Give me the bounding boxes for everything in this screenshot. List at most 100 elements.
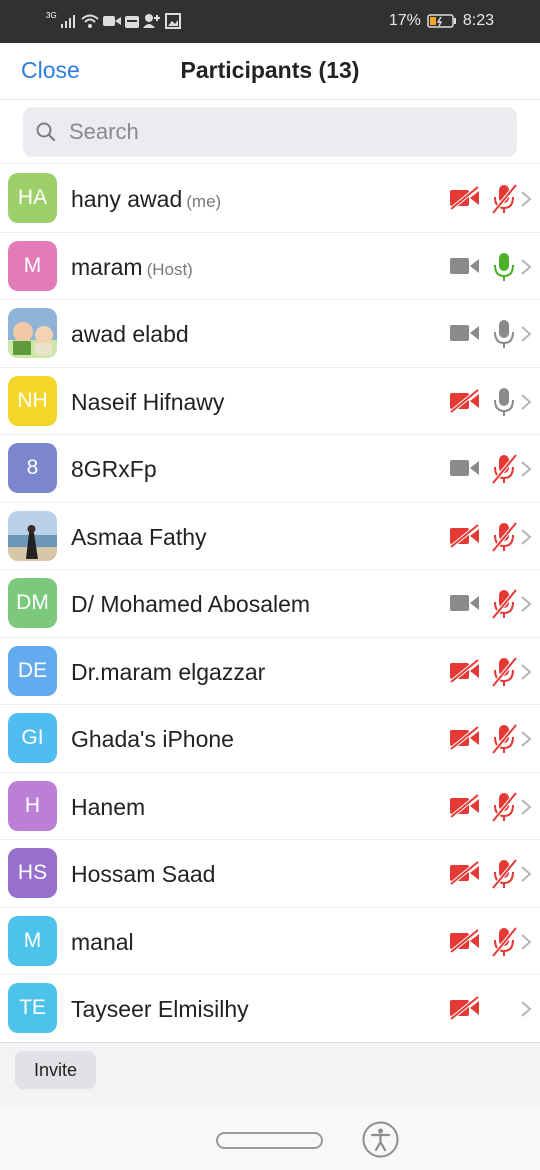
participant-name-wrap: Hanem	[71, 794, 145, 821]
chevron-right-icon[interactable]	[520, 528, 532, 546]
avatar-initials: M	[8, 240, 57, 291]
video-off-icon	[449, 185, 480, 211]
chevron-right-icon[interactable]	[520, 798, 532, 816]
gallery-icon	[164, 13, 181, 29]
participant-row[interactable]: DM D/ Mohamed Abosalem	[0, 570, 540, 638]
chevron-right-icon[interactable]	[520, 460, 532, 478]
participant-name-wrap: Tayseer Elmisilhy	[71, 996, 249, 1023]
status-icons-left: 3G	[46, 10, 181, 32]
chevron-right-icon[interactable]	[520, 393, 532, 411]
participant-row[interactable]: 8 8GRxFp	[0, 435, 540, 503]
header: Participants (13) Close	[0, 43, 540, 100]
chevron-right-icon[interactable]	[520, 190, 532, 208]
participant-name: maram	[71, 253, 143, 280]
mic-muted-icon	[490, 588, 518, 620]
chevron-right-icon[interactable]	[520, 933, 532, 951]
video-off-icon	[449, 387, 480, 414]
participant-row[interactable]: Asmaa Fathy	[0, 503, 540, 570]
participant-name: awad elabd	[71, 321, 189, 347]
participant-row[interactable]: Mmaram (Host)	[0, 233, 540, 300]
participant-row[interactable]: HS Hossam Saad	[0, 840, 540, 908]
system-nav-bar	[0, 1108, 540, 1170]
chevron-right-icon[interactable]	[520, 258, 532, 276]
video-off-icon	[449, 860, 480, 886]
participant-name-wrap: Asmaa Fathy	[71, 524, 207, 551]
participant-row[interactable]: GI Ghada's iPhone	[0, 705, 540, 773]
participant-name: 8GRxFp	[71, 456, 157, 482]
bottom-bar: Invite	[0, 1042, 540, 1108]
mic-muted-icon	[490, 183, 518, 215]
accessibility-icon[interactable]	[362, 1121, 399, 1158]
chevron-right-icon[interactable]	[520, 325, 532, 343]
participant-name-wrap: 8GRxFp	[71, 456, 157, 483]
participant-role-tag: (Host)	[146, 259, 193, 279]
chevron-right-icon[interactable]	[520, 1000, 532, 1018]
chevron-right-icon[interactable]	[520, 865, 532, 883]
search-container: Search	[0, 100, 540, 164]
avatar-photo	[8, 510, 57, 561]
participant-name: Dr.maram elgazzar	[71, 658, 266, 685]
participant-name: manal	[71, 928, 134, 955]
search-input[interactable]: Search	[23, 107, 517, 157]
mic-muted-icon	[490, 656, 518, 688]
avatar-initials: M	[8, 915, 57, 966]
person-add-icon	[142, 14, 160, 28]
avatar-initials: DM	[8, 578, 57, 628]
participant-name: hany awad	[71, 186, 183, 212]
participant-row[interactable]: DE Dr.maram elgazzar	[0, 638, 540, 705]
avatar-initials: H	[8, 780, 57, 831]
mic-muted-icon	[490, 791, 518, 823]
participant-name: Naseif Hifnawy	[71, 388, 225, 415]
participant-name-wrap: Naseif Hifnawy	[71, 389, 224, 416]
close-button[interactable]: Close	[21, 57, 80, 84]
mic-active-icon	[490, 251, 518, 283]
participant-name: Asmaa Fathy	[71, 523, 207, 550]
mic-muted-icon	[490, 521, 518, 553]
video-off-icon	[449, 522, 480, 549]
participant-row[interactable]: HA hany awad (me)	[0, 165, 540, 233]
avatar-initials: TE	[8, 983, 57, 1033]
video-on-icon	[449, 455, 480, 481]
mic-muted-icon	[490, 926, 518, 958]
participant-row[interactable]: H Hanem	[0, 773, 540, 840]
video-off-icon	[449, 725, 480, 751]
participant-list: HA hany awad (me) Mmaram (Host) awad elabd NH N…	[0, 165, 540, 1043]
chevron-right-icon[interactable]	[520, 595, 532, 613]
participant-name-wrap: Dr.maram elgazzar	[71, 659, 265, 686]
avatar-initials: GI	[8, 713, 57, 763]
avatar-initials: NH	[8, 375, 57, 426]
participant-name-wrap: D/ Mohamed Abosalem	[71, 591, 310, 618]
video-on-icon	[449, 590, 480, 616]
avatar-initials: HS	[8, 848, 57, 898]
participant-name-wrap: Ghada's iPhone	[71, 726, 234, 753]
avatar-initials: HA	[8, 173, 57, 223]
video-status-icon	[102, 16, 121, 26]
participant-row[interactable]: Mmanal	[0, 908, 540, 975]
chevron-right-icon[interactable]	[520, 663, 532, 681]
participant-name-wrap: awad elabd	[71, 321, 189, 348]
participant-row[interactable]: TE Tayseer Elmisilhy	[0, 975, 540, 1043]
participant-name: Hossam Saad	[71, 861, 216, 887]
battery-icon	[427, 14, 456, 28]
video-on-icon	[449, 253, 480, 279]
signal-icon	[60, 15, 75, 28]
calendar-icon	[124, 16, 139, 28]
avatar-initials: DE	[8, 645, 57, 696]
search-placeholder: Search	[69, 119, 139, 144]
status-bar: 3G 17% 8:23	[0, 0, 540, 43]
mic-muted-icon	[490, 858, 518, 890]
search-icon	[36, 122, 56, 142]
network-type-label: 3G	[46, 10, 57, 20]
participant-name: Tayseer Elmisilhy	[71, 996, 249, 1022]
participant-row[interactable]: awad elabd	[0, 300, 540, 368]
video-off-icon	[449, 995, 480, 1021]
home-gesture-bar[interactable]	[216, 1132, 323, 1149]
invite-button[interactable]: Invite	[15, 1051, 96, 1089]
battery-percent: 17%	[388, 12, 421, 29]
chevron-right-icon[interactable]	[520, 730, 532, 748]
mic-muted-icon	[490, 723, 518, 755]
participant-role-tag: (me)	[186, 192, 222, 211]
participant-name: Hanem	[71, 793, 146, 820]
mic-icon	[490, 318, 518, 350]
participant-row[interactable]: NH Naseif Hifnawy	[0, 368, 540, 435]
